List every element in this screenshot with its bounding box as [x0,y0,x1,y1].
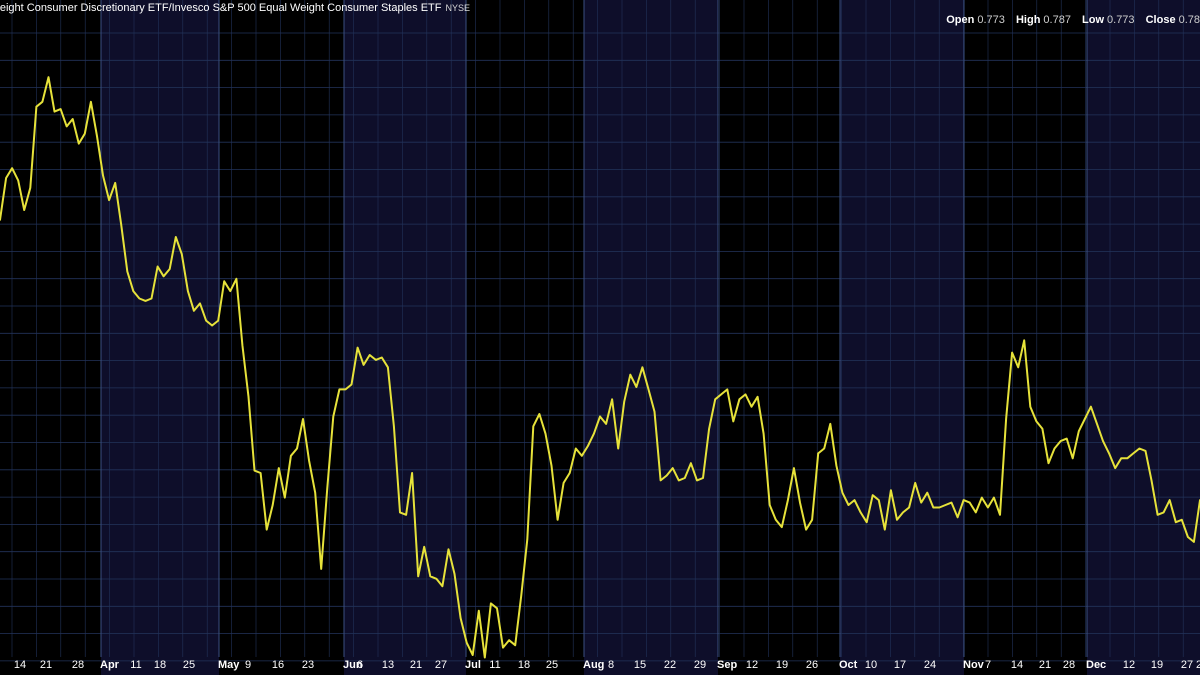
close-label: Close [1145,14,1176,26]
x-tick-month-label: Oct [839,659,858,671]
open-value: 0.773 [977,14,1005,26]
shaded-band-aug [584,0,718,675]
x-tick-month-label: Dec [1086,659,1106,671]
x-tick-label: 22 [664,659,676,671]
open-label: Open [946,14,975,26]
x-tick-label: 25 [183,659,195,671]
chart-title: al Weight Consumer Discretionary ETF/Inv… [0,2,442,14]
x-tick-label: 12 [746,659,758,671]
x-tick-month-label: Nov [963,659,985,671]
x-tick-label: 21 [410,659,422,671]
shaded-band-jun [344,0,466,675]
x-tick-label: 11 [130,659,141,671]
x-tick-label: 27 [435,659,447,671]
x-tick-label: 25 [546,659,558,671]
x-tick-label: 19 [776,659,788,671]
x-tick-label: 8 [608,659,614,671]
high-label: High [1015,14,1041,26]
x-tick-label: 2 [1196,659,1200,671]
x-tick-month-label: May [218,659,240,671]
chart-header: al Weight Consumer Discretionary ETF/Inv… [0,0,1200,26]
x-tick-label: 9 [245,659,251,671]
x-tick-label: 15 [634,659,646,671]
shaded-month-bands [101,0,1200,675]
x-tick-label: 13 [382,659,394,671]
x-tick-label: 24 [924,659,936,671]
x-tick-label: 23 [302,659,314,671]
x-tick-label: 21 [1039,659,1051,671]
x-tick-label: 12 [1123,659,1135,671]
x-tick-label: 7 [985,659,991,671]
x-tick-label: 10 [865,659,877,671]
x-tick-label: 19 [1151,659,1163,671]
x-tick-month-label: Apr [100,659,120,671]
x-tick-label: 11 [489,659,500,671]
x-tick-label: 14 [1011,659,1023,671]
shaded-band-oct [840,0,964,675]
high-value: 0.787 [1043,14,1071,26]
x-tick-label: 6 [357,659,363,671]
title-block: al Weight Consumer Discretionary ETF/Inv… [0,2,470,14]
x-tick-label: 21 [40,659,52,671]
x-tick-month-label: Jul [465,659,481,671]
x-tick-label: 26 [806,659,818,671]
x-tick-label: 28 [72,659,84,671]
x-tick-label: 16 [272,659,284,671]
ohlc-readout: Open 0.773 High 0.787 Low 0.773 Close 0.78 [938,14,1200,26]
x-tick-label: 14 [14,659,26,671]
close-value: 0.78 [1178,14,1200,26]
low-value: 0.773 [1107,14,1135,26]
chart-root: 14 21 28 Apr 11 18 25 May 9 16 23 Jun 6 13 21 27 Jul 11 18… [0,0,1200,675]
x-tick-label: 29 [694,659,706,671]
exchange-label: NYSE [445,3,470,13]
x-tick-label: 18 [518,659,530,671]
x-tick-label: 17 [894,659,906,671]
price-ratio-chart[interactable]: 14 21 28 Apr 11 18 25 May 9 16 23 Jun6 13 21 27 Jul 11 18… [0,0,1200,675]
x-tick-label: 18 [154,659,166,671]
x-tick-label: 27 [1181,659,1193,671]
x-tick-month-label: Aug [583,659,604,671]
x-tick-month-label: Sep [717,659,737,671]
low-label: Low [1082,14,1105,26]
shaded-band-apr [101,0,219,675]
x-tick-label: 28 [1063,659,1075,671]
